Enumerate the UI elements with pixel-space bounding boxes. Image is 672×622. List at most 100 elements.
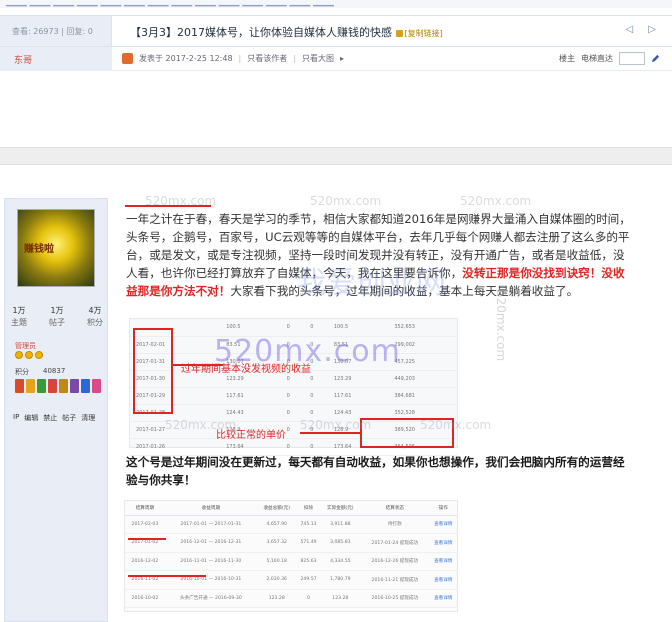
first-line-underline — [125, 205, 211, 207]
table-cell: 3,085.83 — [320, 533, 361, 553]
jump-label: 电梯直达 — [581, 54, 613, 63]
stat-threads[interactable]: 1万 主题 — [11, 305, 27, 329]
detail-link[interactable]: 查看详情 — [429, 570, 457, 590]
points-label: 积分 — [15, 368, 29, 376]
points-value: 40837 — [43, 367, 66, 375]
action-ban[interactable]: 禁止 — [43, 413, 57, 423]
stat-posts[interactable]: 1万 帖子 — [49, 305, 65, 329]
table-cell: 待打款 — [360, 515, 430, 534]
copy-link[interactable]: [复制链接] — [395, 29, 443, 38]
watermark: 520mx.com — [310, 194, 382, 208]
annotation-arrow — [300, 432, 360, 434]
only-images-link[interactable]: 只看大图 — [302, 53, 334, 64]
jump-input[interactable] — [619, 52, 645, 65]
avatar[interactable]: 赚钱啦 — [17, 209, 95, 287]
points: 积分 40837 — [15, 367, 65, 377]
table-cell: 5,160.18 — [256, 552, 297, 571]
table-cell: 0 — [280, 336, 305, 354]
caret-icon: ▸ — [339, 54, 344, 63]
medal-icon — [81, 379, 90, 393]
table-cell: 571.49 — [296, 533, 321, 553]
table-cell: 83.51 — [327, 336, 389, 354]
column-header: 结算周期 — [125, 501, 165, 516]
table-cell: 2016-10-02 — [125, 589, 165, 608]
table-cell: 0 — [304, 404, 328, 422]
table-cell: 0 — [304, 319, 328, 337]
action-ip[interactable]: IP — [13, 413, 19, 423]
column-header: 收益总额(元) — [256, 501, 297, 516]
table-cell: 2016-12-01 — 2016-12-31 — [164, 533, 257, 553]
lock-icon — [395, 30, 403, 37]
post-meta: 发表于 2017-2-25 12:48 | 只看该作者 | 只看大图 ▸ — [122, 53, 344, 64]
row-underline — [128, 575, 206, 577]
table-cell: 0 — [296, 589, 321, 608]
table-cell: 2017-01-27 — [130, 421, 221, 439]
detail-link[interactable]: 查看详情 — [429, 589, 457, 608]
medal-icon — [48, 379, 57, 393]
medals — [15, 379, 101, 393]
pen-icon[interactable] — [651, 54, 660, 63]
table-cell: 2016-10-25 提现成功 — [360, 589, 430, 608]
table-cell: 100.5 — [220, 319, 281, 337]
column-header: 操作 — [429, 501, 457, 516]
action-edit[interactable]: 编辑 — [24, 413, 38, 423]
table-cell: 0 — [280, 404, 305, 422]
table-row: 2017-02-01 83.51 0 0 83.51 299,002 — [130, 336, 457, 354]
annotation-holiday: 过年期间基本没发视频的收益 — [181, 364, 311, 375]
table-cell: 117.61 — [327, 387, 389, 405]
prev-next-icons[interactable]: ◁ ▷ — [625, 24, 662, 35]
table-cell: 2017-01-24 提现成功 — [360, 533, 430, 553]
star-icon — [25, 351, 33, 359]
post-paragraph: 一年之计在于春，春天是学习的季节，相信大家都知道2016年是网赚界大量涌入自媒体… — [126, 210, 634, 300]
author-row: 东哥 发表于 2017-2-25 12:48 | 只看该作者 | 只看大图 ▸ … — [0, 47, 672, 71]
table-cell: 2016-11-01 — 2016-11-30 — [164, 552, 257, 571]
table-cell: 2017-02-03 — [125, 515, 165, 534]
action-clean[interactable]: 清理 — [81, 413, 95, 423]
table-row: 2016-11-02 2016-10-01 — 2016-10-31 2,030.3… — [125, 570, 457, 590]
post-time: 发表于 2017-2-25 12:48 — [139, 54, 233, 63]
author-name[interactable]: 东哥 — [0, 47, 112, 71]
row-underline — [128, 538, 166, 540]
table-cell: 0 — [280, 387, 305, 405]
table-cell: 0 — [280, 319, 305, 337]
table-cell: 1,780.79 — [320, 570, 361, 590]
medal-icon — [37, 379, 46, 393]
detail-link[interactable]: 查看详情 — [429, 552, 457, 571]
table-row: 2016-12-02 2016-11-01 — 2016-11-30 5,160.1… — [125, 552, 457, 571]
price-highlight-box — [360, 418, 454, 448]
column-header: 收益周期 — [164, 501, 257, 516]
profile-stats: 1万 主题 1万 帖子 4万 积分 — [11, 305, 103, 329]
author-profile-panel: 赚钱啦 1万 主题 1万 帖子 4万 积分 管理员 积分 40837 IP 编辑 禁止… — [4, 198, 108, 622]
annotation-price: 比较正常的单价 — [216, 430, 286, 441]
medal-icon — [92, 379, 101, 393]
table-cell: 745.13 — [296, 515, 321, 534]
table-cell: 123.28 — [320, 589, 361, 608]
star-icon — [15, 351, 23, 359]
table-cell: 352,653 — [388, 319, 457, 337]
table-cell: 2017-01-01 — 2017-01-31 — [164, 515, 257, 534]
table-cell: 124.43 — [220, 404, 281, 422]
table-cell: 384,681 — [388, 387, 457, 405]
table-cell: 2016-10-01 — 2016-10-31 — [164, 570, 257, 590]
thread-title[interactable]: 【3月3】2017媒体号，让你体验自媒体人赚钱的快感 [复制链接] — [130, 24, 443, 40]
stat-credits[interactable]: 4万 积分 — [87, 305, 103, 329]
author-row-right: 楼主 电梯直达 — [559, 52, 660, 65]
column-header: 实际金额(元) — [320, 501, 361, 516]
thread-title-text[interactable]: 【3月3】2017媒体号，让你体验自媒体人赚钱的快感 — [130, 26, 392, 39]
action-posts[interactable]: 帖子 — [62, 413, 76, 423]
top-nav-strip: ▁▁▁ ▁▁▁ ▁▁▁ ▁▁▁ ▁▁▁ ▁▁▁ ▁▁▁ ▁▁▁ ▁▁▁ ▁▁▁ … — [0, 0, 672, 8]
table-cell: 83.51 — [220, 336, 281, 354]
detail-link[interactable]: 查看详情 — [429, 533, 457, 553]
table-cell: 4,657.90 — [256, 515, 297, 534]
table-cell: 457,225 — [388, 353, 457, 371]
settlement-screenshot[interactable]: 结算周期 收益周期 收益总额(元) 扣除 实际金额(元) 结算状态 操作 2017-02-0… — [124, 500, 458, 612]
only-author-link[interactable]: 只看该作者 — [247, 53, 287, 64]
watermark: 520mx.com — [460, 194, 532, 208]
star-icon — [35, 351, 43, 359]
table-row: 2017-02-03 2017-01-01 — 2017-01-31 4,657.9… — [125, 515, 457, 534]
user-grade[interactable]: 管理员 — [15, 341, 36, 351]
detail-link[interactable]: 查看详情 — [429, 515, 457, 534]
table-row: 2017-01-29 117.61 0 0 117.61 384,681 — [130, 387, 457, 405]
table-cell: 449,203 — [388, 370, 457, 388]
table-cell: 2016-11-02 — [125, 570, 165, 590]
